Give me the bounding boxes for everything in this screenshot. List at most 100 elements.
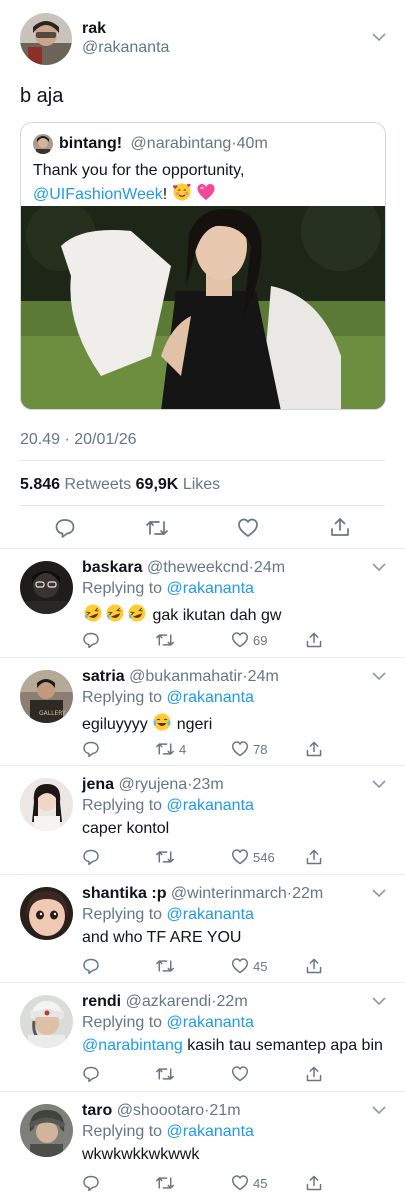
main-actions-bar <box>0 514 405 542</box>
chevron-down-icon[interactable] <box>372 672 386 681</box>
reply-author-name[interactable]: taro <box>82 1102 112 1119</box>
rolling-laughing-emoji-icon <box>128 604 146 622</box>
reply-button[interactable] <box>54 517 76 539</box>
replying-to-handle[interactable]: @rakananta <box>167 1014 254 1031</box>
reply-tweet[interactable]: taro @shoootaro·21m Replying to @rakanan… <box>0 1091 405 1199</box>
likes-label[interactable]: Likes <box>183 476 220 493</box>
reply-actions-bar: 4 78 <box>0 740 405 760</box>
quoted-photo[interactable] <box>21 206 386 410</box>
retweet-button[interactable] <box>155 957 179 975</box>
mention-link[interactable]: @UIFashionWeek <box>33 186 163 203</box>
avatar[interactable] <box>20 995 73 1048</box>
reply-tweet[interactable]: GALLERY satria @bukanmahatir·24m Replyin… <box>0 657 405 765</box>
like-button[interactable]: 45 <box>231 1174 267 1192</box>
share-button[interactable] <box>305 1174 323 1192</box>
share-button[interactable] <box>305 1065 323 1083</box>
reply-author-name[interactable]: satria <box>82 668 125 685</box>
reply-button[interactable] <box>82 631 100 649</box>
quoted-tweet[interactable]: bintang! @narabintang·40m Thank you for … <box>20 122 386 410</box>
replying-to-handle[interactable]: @rakananta <box>167 1123 254 1140</box>
chevron-down-icon[interactable] <box>372 1106 386 1115</box>
retweet-icon <box>156 634 174 646</box>
author-name[interactable]: rak <box>82 20 106 38</box>
avatar[interactable]: GALLERY <box>20 670 73 723</box>
replying-to-handle[interactable]: @rakananta <box>167 580 254 597</box>
reply-button[interactable] <box>82 957 100 975</box>
reply-tweet[interactable]: rendi @azkarendi·22m Replying to @rakana… <box>0 982 405 1090</box>
chevron-down-icon[interactable] <box>372 889 386 898</box>
avatar[interactable] <box>20 13 72 65</box>
chevron-down-icon[interactable] <box>372 33 386 42</box>
retweets-label[interactable]: Retweets <box>65 476 132 493</box>
reply-tweet[interactable]: baskara @theweekcnd·24m Replying to @rak… <box>0 548 405 656</box>
mention-link[interactable]: @narabintang <box>82 1037 183 1054</box>
retweet-button[interactable] <box>155 1065 179 1083</box>
share-icon <box>306 958 322 974</box>
share-button[interactable] <box>305 848 323 866</box>
avatar[interactable] <box>20 887 73 940</box>
share-button[interactable] <box>305 957 323 975</box>
reply-author-handle[interactable]: @ryujena <box>118 776 187 793</box>
reply-author-name[interactable]: baskara <box>82 559 143 576</box>
reply-button[interactable] <box>82 848 100 866</box>
retweet-icon <box>156 743 174 755</box>
reply-tweet[interactable]: shantika :p @winterinmarch·22m Replying … <box>0 874 405 982</box>
like-button[interactable]: 45 <box>231 957 267 975</box>
like-button[interactable]: 69 <box>231 631 267 649</box>
reply-button[interactable] <box>82 1174 100 1192</box>
like-button[interactable] <box>231 1065 253 1083</box>
replying-to-handle[interactable]: @rakananta <box>167 797 254 814</box>
retweets-count[interactable]: 5.846 <box>20 476 60 493</box>
reply-icon <box>83 849 99 866</box>
reply-text: @narabintang kasih tau semantep apa bin <box>82 1037 383 1055</box>
reply-author-handle[interactable]: @winterinmarch <box>171 885 287 902</box>
reply-tweet[interactable]: jena @ryujena·23m Replying to @rakananta… <box>0 765 405 873</box>
reply-author-handle[interactable]: @azkarendi <box>126 993 212 1010</box>
retweet-icon <box>156 851 174 863</box>
heart-icon <box>238 518 258 537</box>
chevron-down-icon[interactable] <box>372 780 386 789</box>
like-button[interactable]: 78 <box>231 740 267 758</box>
like-button[interactable]: 546 <box>231 848 275 866</box>
replying-to-handle[interactable]: @rakananta <box>167 689 254 706</box>
reply-header: satria @bukanmahatir·24m <box>82 668 279 686</box>
retweet-button[interactable] <box>155 848 179 866</box>
heart-icon <box>231 1175 249 1191</box>
author-handle[interactable]: @rakananta <box>82 39 169 57</box>
share-button[interactable] <box>305 631 323 649</box>
share-button[interactable] <box>305 740 323 758</box>
retweet-button[interactable] <box>155 631 179 649</box>
like-button[interactable] <box>237 517 259 539</box>
reply-header: jena @ryujena·23m <box>82 776 224 794</box>
replying-to-label: Replying to <box>82 1014 163 1031</box>
reply-author-name[interactable]: shantika :p <box>82 885 166 902</box>
reply-button[interactable] <box>82 740 100 758</box>
reply-author-handle[interactable]: @theweekcnd <box>147 559 249 576</box>
reply-text: caper kontol <box>82 820 170 837</box>
reply-actions-bar: 69 <box>0 631 405 651</box>
reply-author-handle[interactable]: @shoootaro <box>117 1102 204 1119</box>
chevron-down-icon[interactable] <box>372 997 386 1006</box>
replying-to: Replying to @rakananta <box>82 1123 254 1141</box>
retweet-button[interactable] <box>155 1174 179 1192</box>
reply-author-name[interactable]: rendi <box>82 993 121 1010</box>
reply-text: gak ikutan dah gw <box>82 603 281 625</box>
reply-author-name[interactable]: jena <box>82 776 114 793</box>
avatar[interactable] <box>20 778 73 831</box>
tweet-timestamp[interactable]: 20.49 · 20/01/26 <box>20 431 137 449</box>
share-button[interactable] <box>329 516 351 538</box>
retweet-button[interactable]: 4 <box>155 740 186 758</box>
replying-to-label: Replying to <box>82 797 163 814</box>
avatar[interactable] <box>20 561 73 614</box>
chevron-down-icon[interactable] <box>372 563 386 572</box>
rolling-laughing-emoji-icon <box>84 604 102 622</box>
replying-to-handle[interactable]: @rakananta <box>167 906 254 923</box>
reply-header: baskara @theweekcnd·24m <box>82 559 285 577</box>
likes-count[interactable]: 69,9K <box>136 476 179 493</box>
avatar[interactable] <box>20 1104 73 1157</box>
reply-author-handle[interactable]: @bukanmahatir <box>129 668 242 685</box>
retweet-button[interactable] <box>145 517 169 539</box>
quoted-text: Thank you for the opportunity, @UIFashio… <box>33 160 373 206</box>
reply-button[interactable] <box>82 1065 100 1083</box>
pink-heart-icon <box>197 183 215 200</box>
